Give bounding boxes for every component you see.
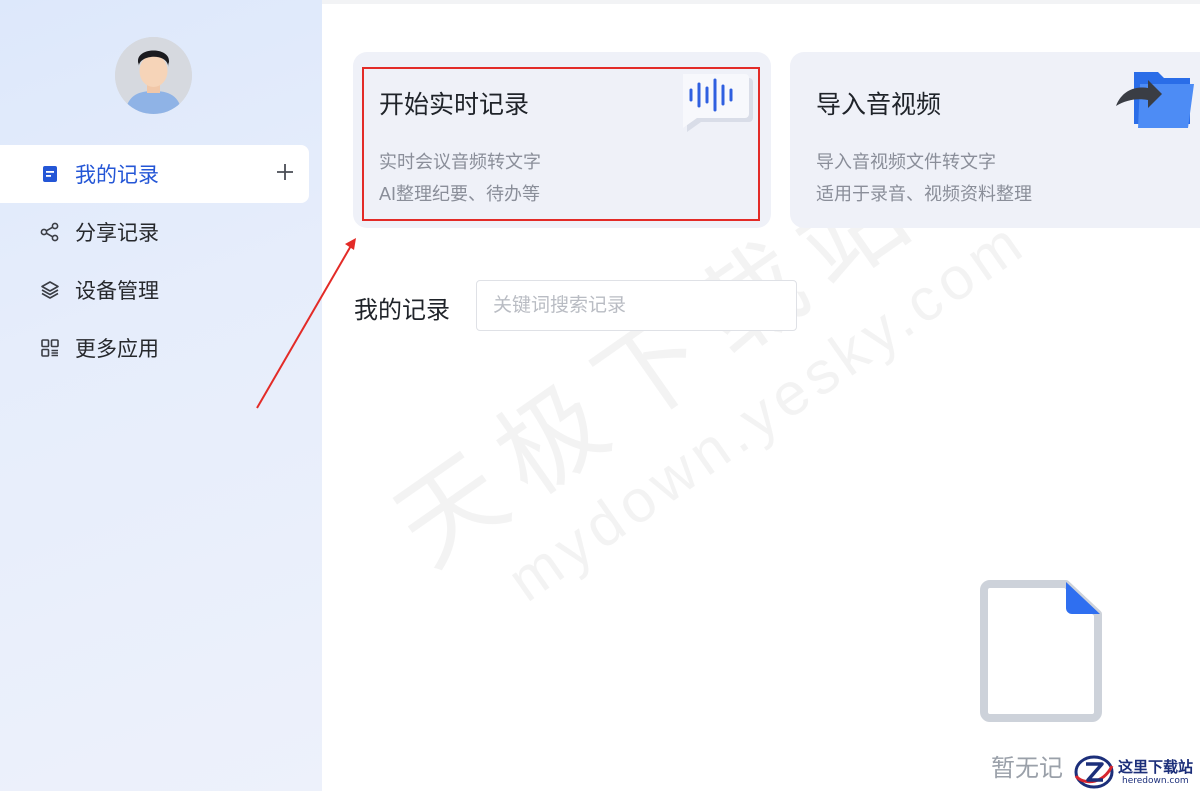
apps-grid-icon bbox=[40, 338, 60, 358]
logo-url: heredown.com bbox=[1122, 776, 1189, 786]
card-title: 开始实时记录 bbox=[379, 91, 530, 119]
sidebar-item-label: 更多应用 bbox=[75, 338, 159, 361]
audio-wave-icon bbox=[679, 66, 755, 141]
card-description: 实时会议音频转文字 bbox=[379, 152, 541, 172]
annotation-arrow-icon bbox=[256, 238, 356, 409]
add-record-icon[interactable] bbox=[274, 161, 296, 183]
card-description: AI整理纪要、待办等 bbox=[379, 184, 541, 204]
card-title: 导入音视频 bbox=[816, 91, 942, 119]
layers-icon bbox=[40, 280, 60, 300]
sidebar-item-label: 分享记录 bbox=[75, 222, 159, 245]
sidebar-item-label: 设备管理 bbox=[75, 280, 159, 303]
sidebar-item-my-records[interactable]: 我的记录 bbox=[0, 145, 309, 203]
records-section-title: 我的记录 bbox=[354, 297, 450, 324]
watermark-en: mydown.yesky.com bbox=[495, 206, 1038, 615]
card-description: 适用于录音、视频资料整理 bbox=[816, 184, 1032, 204]
card-description: 导入音视频文件转文字 bbox=[816, 152, 996, 172]
site-logo: 这里下载站 heredown.com bbox=[1068, 752, 1200, 791]
logo-text: 这里下载站 bbox=[1118, 758, 1194, 776]
avatar[interactable] bbox=[115, 37, 192, 114]
search-input[interactable] bbox=[476, 280, 797, 331]
notes-icon bbox=[40, 164, 60, 184]
empty-document-icon bbox=[980, 578, 1106, 727]
top-divider bbox=[322, 0, 1200, 4]
import-media-card[interactable]: 导入音视频 导入音视频文件转文字 适用于录音、视频资料整理 bbox=[790, 52, 1200, 228]
share-icon bbox=[40, 222, 60, 242]
start-live-record-card[interactable]: 开始实时记录 实时会议音频转文字 AI整理纪要、待办等 bbox=[353, 52, 771, 228]
sidebar-item-label: 我的记录 bbox=[75, 164, 159, 187]
folder-import-icon bbox=[1114, 66, 1194, 137]
empty-state-text: 暂无记 bbox=[991, 755, 1063, 782]
